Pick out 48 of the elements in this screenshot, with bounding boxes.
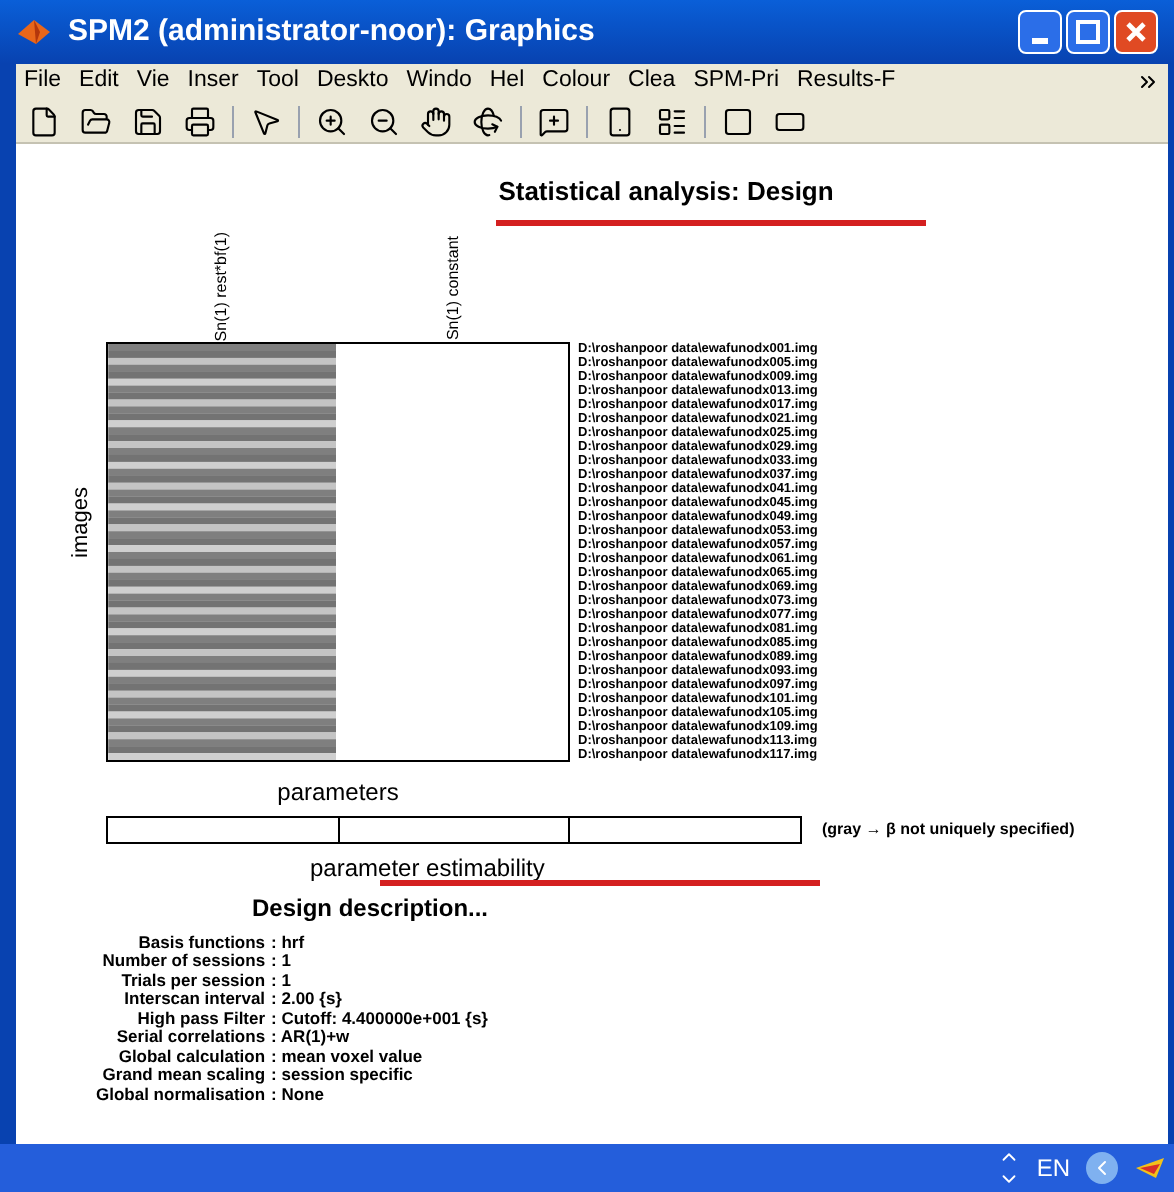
column-label: Sn(1) constant xyxy=(442,236,464,341)
window-title: SPM2 (administrator-noor): Graphics xyxy=(68,11,595,52)
field-value: : None xyxy=(271,1085,326,1104)
axis-label: parameter estimability xyxy=(310,855,545,879)
close-icon xyxy=(1124,20,1148,44)
minimize-button[interactable] xyxy=(1018,10,1062,54)
menu-item[interactable]: Edit xyxy=(79,64,119,100)
field-label: Serial correlations xyxy=(114,1028,266,1047)
menu-item[interactable]: SPM-Pri xyxy=(693,64,779,100)
close-button[interactable] xyxy=(1114,10,1158,54)
estimability-note: (gray → β not uniquely specified) xyxy=(822,817,1075,841)
menu-item[interactable]: Vie xyxy=(136,64,170,100)
menu-item[interactable]: Colour xyxy=(542,64,611,100)
section-title: Design description... xyxy=(252,891,489,925)
menu-item[interactable]: Results-F xyxy=(797,64,896,100)
menu-item[interactable]: Deskto xyxy=(316,64,389,100)
field-label: Basis functions xyxy=(136,933,266,952)
figure-title: Statistical analysis: Design xyxy=(496,174,834,210)
field-label: High pass Filter xyxy=(137,1009,266,1028)
field-value: : Cutoff: 4.400000e+001 {s} xyxy=(271,1009,488,1028)
menu-item[interactable]: File xyxy=(24,64,62,100)
menu-item[interactable]: Tool xyxy=(256,64,299,100)
field-value: : AR(1)+w xyxy=(271,1028,352,1047)
field-label: Global calculation xyxy=(116,1047,266,1066)
menu-item[interactable]: Clea xyxy=(628,64,676,100)
axis-label: parameters xyxy=(277,775,399,809)
field-label: Number of sessions xyxy=(100,952,266,971)
field-value: : 2.00 {s} xyxy=(271,990,344,1009)
field-value: : 1 xyxy=(271,971,293,990)
menu-item[interactable]: Windo xyxy=(406,64,472,100)
language-indicator[interactable]: EN xyxy=(1036,1150,1070,1186)
field-value: : 1 xyxy=(271,952,293,971)
field-label: Grand mean scaling xyxy=(100,1066,266,1085)
maximize-button[interactable] xyxy=(1066,10,1110,54)
menu-item[interactable]: Inser xyxy=(187,64,239,100)
more-menus-icon[interactable] xyxy=(1136,70,1160,94)
menu-item[interactable]: Hel xyxy=(489,64,525,100)
tray-app-icon[interactable] xyxy=(1134,1154,1166,1182)
field-value: : mean voxel value xyxy=(271,1047,425,1066)
axis-label: images xyxy=(66,487,95,559)
field-value: : hrf xyxy=(271,933,307,952)
field-label: Global normalisation xyxy=(96,1085,266,1104)
field-label: Trials per session xyxy=(119,971,266,990)
tray-expand-icon[interactable] xyxy=(1086,1152,1118,1184)
field-value: : session specific xyxy=(271,1066,415,1085)
field-label: Interscan interval xyxy=(122,990,266,1009)
logo-icon xyxy=(16,16,52,48)
column-label: Sn(1) rest*bf(1) xyxy=(210,231,232,341)
